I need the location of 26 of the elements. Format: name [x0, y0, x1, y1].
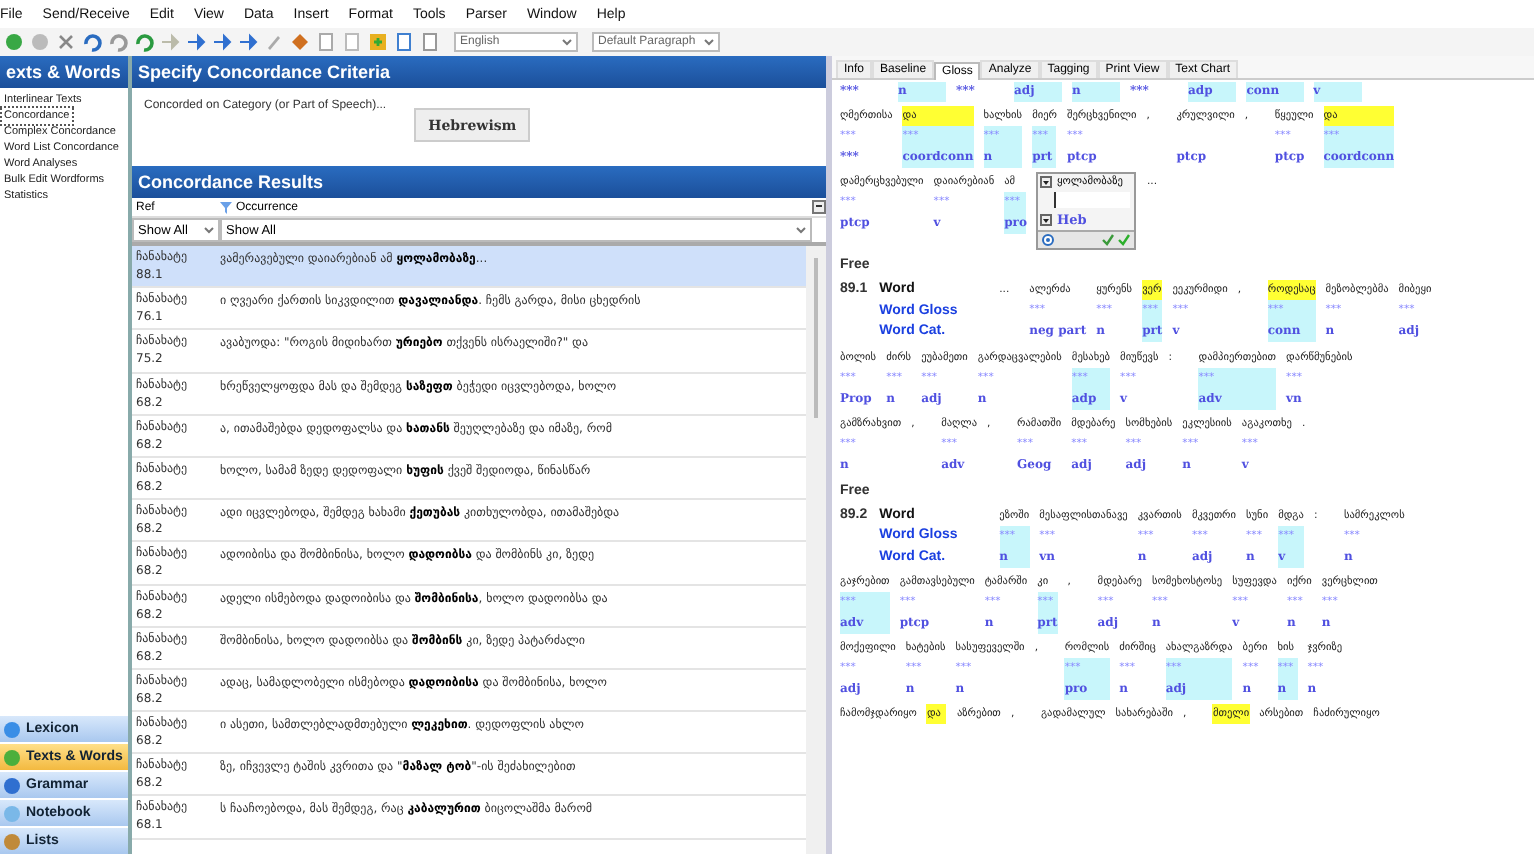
pencil-icon[interactable] [264, 32, 284, 52]
redo-icon[interactable] [108, 32, 128, 52]
close-icon[interactable] [56, 32, 76, 52]
menu-icon[interactable] [1042, 234, 1055, 246]
dropdown-icon[interactable] [1040, 214, 1053, 226]
plus-icon[interactable] [368, 32, 388, 52]
document-icon[interactable] [394, 32, 414, 52]
caret-icon[interactable] [562, 38, 572, 46]
gem-icon[interactable] [290, 32, 310, 52]
column-chooser-icon[interactable] [812, 200, 826, 214]
caret-icon[interactable] [796, 226, 806, 234]
approve-all-icon[interactable] [1102, 234, 1115, 246]
panel-title: Specify Concordance Criteria [132, 56, 826, 88]
refresh-icon[interactable] [134, 32, 154, 52]
undo-icon[interactable] [82, 32, 102, 52]
panel-title: Concordance Results [132, 166, 826, 198]
check-icon[interactable] [1118, 234, 1131, 246]
page-icon[interactable] [342, 32, 362, 52]
caret-icon[interactable] [704, 38, 714, 46]
caret-icon[interactable] [204, 226, 214, 234]
sidebar-title: exts & Words [0, 56, 128, 88]
circle-icon[interactable] [4, 32, 24, 52]
gloss-input[interactable] [1054, 192, 1131, 208]
scrollbar[interactable] [806, 246, 826, 854]
circle-icon[interactable] [30, 32, 50, 52]
dropdown-icon[interactable] [1040, 176, 1053, 188]
